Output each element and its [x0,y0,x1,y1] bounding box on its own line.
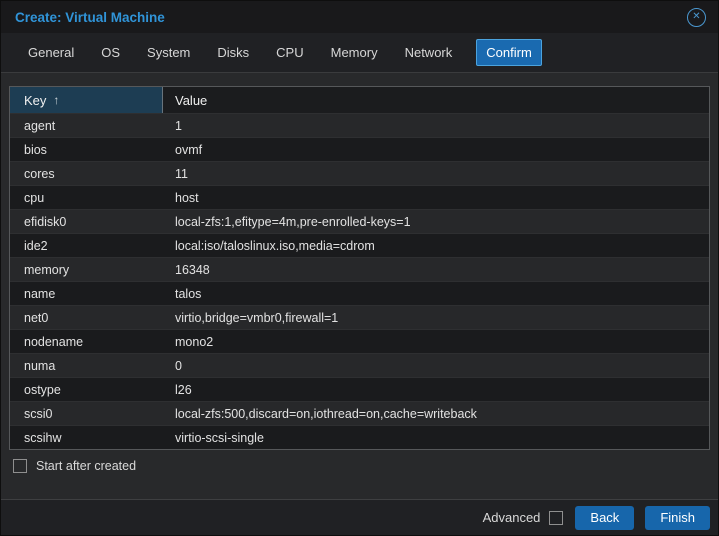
confirm-panel: Key ↑ Value agent 1 bios ovmf cores 11 [1,73,718,499]
close-glyph: ✕ [692,12,700,22]
tab-system[interactable]: System [144,39,193,66]
finish-button[interactable]: Finish [645,506,710,530]
row-value: l26 [163,378,709,401]
row-key: cores [10,162,163,185]
row-key: agent [10,114,163,137]
table-row[interactable]: scsihw virtio-scsi-single [10,425,709,449]
table-row[interactable]: numa 0 [10,353,709,377]
row-value: 16348 [163,258,709,281]
dialog-title: Create: Virtual Machine [15,10,165,25]
column-header-value-label: Value [175,93,207,108]
row-key: cpu [10,186,163,209]
table-row[interactable]: memory 16348 [10,257,709,281]
start-after-created-option[interactable]: Start after created [13,459,710,473]
table-row[interactable]: nodename mono2 [10,329,709,353]
advanced-checkbox[interactable] [549,511,563,525]
sort-asc-icon: ↑ [53,93,59,107]
start-after-created-label: Start after created [36,459,136,473]
row-key: bios [10,138,163,161]
column-header-key[interactable]: Key ↑ [10,87,163,113]
row-value: host [163,186,709,209]
row-key: ostype [10,378,163,401]
dialog-titlebar: Create: Virtual Machine ✕ [1,1,718,33]
table-row[interactable]: scsi0 local-zfs:500,discard=on,iothread=… [10,401,709,425]
column-header-key-label: Key [24,93,46,108]
row-value: local:iso/taloslinux.iso,media=cdrom [163,234,709,257]
advanced-label: Advanced [483,510,541,525]
create-vm-dialog: Create: Virtual Machine ✕ General OS Syste… [0,0,719,536]
tab-memory[interactable]: Memory [328,39,381,66]
row-value: virtio,bridge=vmbr0,firewall=1 [163,306,709,329]
row-key: scsihw [10,426,163,449]
start-after-created-checkbox[interactable] [13,459,27,473]
table-row[interactable]: net0 virtio,bridge=vmbr0,firewall=1 [10,305,709,329]
back-button[interactable]: Back [575,506,634,530]
row-key: numa [10,354,163,377]
table-header-row: Key ↑ Value [10,87,709,113]
close-icon[interactable]: ✕ [687,8,706,27]
row-key: net0 [10,306,163,329]
summary-table: Key ↑ Value agent 1 bios ovmf cores 11 [9,86,710,450]
row-key: memory [10,258,163,281]
tab-disks[interactable]: Disks [214,39,252,66]
table-row[interactable]: bios ovmf [10,137,709,161]
row-value: ovmf [163,138,709,161]
dialog-footer: Advanced Back Finish [1,499,718,535]
row-value: 1 [163,114,709,137]
table-row[interactable]: cpu host [10,185,709,209]
tab-bar: General OS System Disks CPU Memory Network Conf… [1,33,718,73]
column-header-value[interactable]: Value [163,87,709,113]
tab-network[interactable]: Network [402,39,456,66]
row-value: 11 [163,162,709,185]
row-key: name [10,282,163,305]
row-key: ide2 [10,234,163,257]
table-row[interactable]: name talos [10,281,709,305]
row-value: local-zfs:1,efitype=4m,pre-enrolled-keys… [163,210,709,233]
row-value: virtio-scsi-single [163,426,709,449]
row-key: nodename [10,330,163,353]
row-key: scsi0 [10,402,163,425]
row-value: talos [163,282,709,305]
row-key: efidisk0 [10,210,163,233]
table-row[interactable]: efidisk0 local-zfs:1,efitype=4m,pre-enro… [10,209,709,233]
tab-confirm[interactable]: Confirm [476,39,542,66]
table-body: agent 1 bios ovmf cores 11 cpu host efid… [10,113,709,449]
row-value: mono2 [163,330,709,353]
table-row[interactable]: cores 11 [10,161,709,185]
tab-os[interactable]: OS [98,39,123,66]
row-value: local-zfs:500,discard=on,iothread=on,cac… [163,402,709,425]
row-value: 0 [163,354,709,377]
tab-general[interactable]: General [25,39,77,66]
tab-cpu[interactable]: CPU [273,39,306,66]
table-row[interactable]: ide2 local:iso/taloslinux.iso,media=cdro… [10,233,709,257]
table-row[interactable]: ostype l26 [10,377,709,401]
table-row[interactable]: agent 1 [10,113,709,137]
